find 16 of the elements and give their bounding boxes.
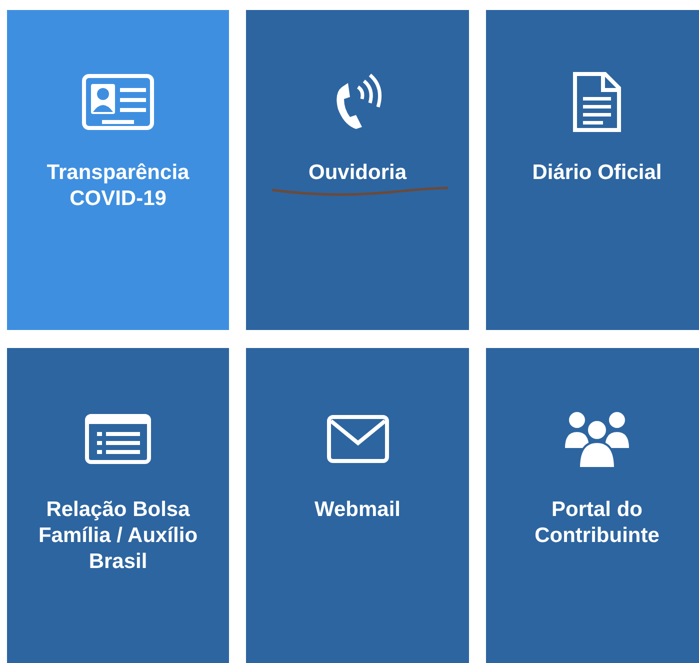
menu-tile[interactable]: Diário Oficial <box>486 10 699 330</box>
menu-tile[interactable]: Ouvidoria <box>246 10 469 330</box>
tile-label: Diário Oficial <box>531 160 663 186</box>
tile-label: Ouvidoria <box>300 160 415 186</box>
id-card-icon <box>82 74 154 130</box>
menu-tile[interactable]: Relação Bolsa Família / Auxílio Brasil <box>7 348 229 663</box>
list-icon <box>85 414 151 464</box>
menu-tile[interactable]: Portal do Contribuinte <box>486 348 699 663</box>
document-icon <box>572 71 622 133</box>
menu-tile[interactable]: Webmail <box>246 348 469 663</box>
tile-label: Relação Bolsa Família / Auxílio Brasil <box>37 497 199 575</box>
menu-tile[interactable]: Transparência COVID-19 <box>7 10 229 330</box>
tile-label: Portal do Contribuinte <box>534 497 660 549</box>
tile-label: Webmail <box>314 497 402 523</box>
tile-label: Transparência COVID-19 <box>46 160 190 212</box>
envelope-icon <box>326 415 388 463</box>
